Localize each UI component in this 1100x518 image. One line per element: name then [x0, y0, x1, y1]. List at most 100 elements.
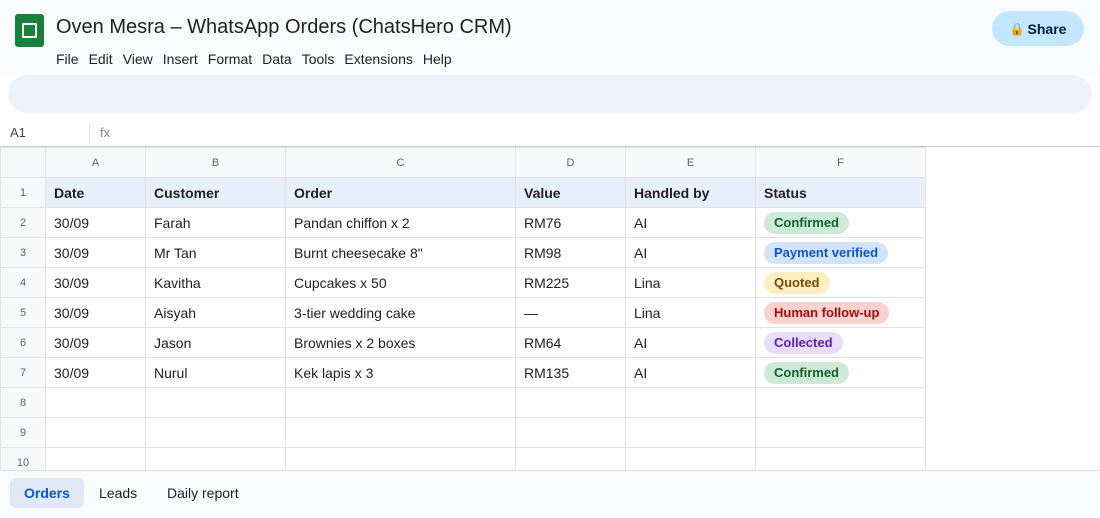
row-header[interactable]: 3 [0, 237, 46, 268]
menu-tools[interactable]: Tools [302, 51, 335, 67]
table-row: 7 30/09 Nurul Kek lapis x 3 RM135 AI Con… [0, 357, 926, 388]
value-cell[interactable]: RM98 [515, 237, 626, 268]
date-cell[interactable]: 30/09 [45, 207, 146, 238]
column-header-a[interactable]: A [45, 147, 146, 178]
status-cell[interactable]: Confirmed [755, 357, 926, 388]
status-badge: Confirmed [764, 211, 849, 234]
row-header[interactable]: 4 [0, 267, 46, 298]
status-cell[interactable]: Payment verified [755, 237, 926, 268]
header-cell-customer[interactable]: Customer [145, 177, 286, 208]
handled-by-cell[interactable]: AI [625, 237, 756, 268]
sheet-tab-daily-report[interactable]: Daily report [153, 478, 253, 508]
order-cell[interactable]: Kek lapis x 3 [285, 357, 516, 388]
value-cell[interactable]: — [515, 297, 626, 328]
spreadsheet-icon[interactable] [15, 14, 44, 47]
column-header-b[interactable]: B [145, 147, 286, 178]
share-button[interactable]: 🔒 Share [992, 11, 1084, 46]
row-header[interactable]: 9 [0, 417, 46, 448]
table-header-row: 1 Date Customer Order Value Handled by S… [0, 177, 926, 208]
row-header[interactable]: 6 [0, 327, 46, 358]
customer-cell[interactable]: Aisyah [145, 297, 286, 328]
row-header[interactable]: 5 [0, 297, 46, 328]
column-header-d[interactable]: D [515, 147, 626, 178]
empty-cell[interactable] [45, 387, 146, 418]
status-cell[interactable]: Quoted [755, 267, 926, 298]
column-header-f[interactable]: F [755, 147, 926, 178]
date-cell[interactable]: 30/09 [45, 297, 146, 328]
handled-by-cell[interactable]: AI [625, 327, 756, 358]
value-cell[interactable]: RM135 [515, 357, 626, 388]
order-cell[interactable]: Brownies x 2 boxes [285, 327, 516, 358]
header-cell-date[interactable]: Date [45, 177, 146, 208]
order-cell[interactable]: Cupcakes x 50 [285, 267, 516, 298]
handled-by-cell[interactable]: Lina [625, 267, 756, 298]
customer-cell[interactable]: Farah [145, 207, 286, 238]
customer-cell[interactable]: Nurul [145, 357, 286, 388]
empty-cell[interactable] [625, 417, 756, 448]
handled-by-cell[interactable]: AI [625, 357, 756, 388]
date-cell[interactable]: 30/09 [45, 237, 146, 268]
status-badge: Confirmed [764, 361, 849, 384]
header-cell-handled-by[interactable]: Handled by [625, 177, 756, 208]
row-header[interactable]: 7 [0, 357, 46, 388]
empty-cell[interactable] [625, 387, 756, 418]
order-cell[interactable]: Burnt cheesecake 8" [285, 237, 516, 268]
empty-cell[interactable] [515, 417, 626, 448]
menu-file[interactable]: File [56, 51, 79, 67]
menu-data[interactable]: Data [262, 51, 292, 67]
status-badge: Collected [764, 331, 843, 354]
menu-edit[interactable]: Edit [89, 51, 113, 67]
empty-cell[interactable] [515, 387, 626, 418]
status-cell[interactable]: Collected [755, 327, 926, 358]
menu-format[interactable]: Format [208, 51, 252, 67]
header-cell-order[interactable]: Order [285, 177, 516, 208]
row-header[interactable]: 2 [0, 207, 46, 238]
customer-cell[interactable]: Mr Tan [145, 237, 286, 268]
column-header-c[interactable]: C [285, 147, 516, 178]
date-cell[interactable]: 30/09 [45, 267, 146, 298]
header-cell-value[interactable]: Value [515, 177, 626, 208]
menu-insert[interactable]: Insert [163, 51, 198, 67]
formula-bar: A1 fx [0, 119, 1100, 147]
menu-view[interactable]: View [123, 51, 153, 67]
customer-cell[interactable]: Jason [145, 327, 286, 358]
empty-cell[interactable] [285, 417, 516, 448]
empty-cell[interactable] [755, 417, 926, 448]
menu-bar: File Edit View Insert Format Data Tools … [56, 51, 462, 67]
formula-divider [89, 123, 90, 143]
status-badge: Payment verified [764, 241, 889, 264]
empty-cell[interactable] [45, 417, 146, 448]
date-cell[interactable]: 30/09 [45, 357, 146, 388]
document-title[interactable]: Oven Mesra – WhatsApp Orders (ChatsHero … [56, 16, 512, 39]
header-cell-status[interactable]: Status [755, 177, 926, 208]
value-cell[interactable]: RM64 [515, 327, 626, 358]
value-cell[interactable]: RM76 [515, 207, 626, 238]
order-cell[interactable]: 3-tier wedding cake [285, 297, 516, 328]
empty-cell[interactable] [755, 387, 926, 418]
status-cell[interactable]: Confirmed [755, 207, 926, 238]
handled-by-cell[interactable]: AI [625, 207, 756, 238]
share-label: Share [1027, 20, 1067, 37]
table-row: 5 30/09 Aisyah 3-tier wedding cake — Lin… [0, 297, 926, 328]
empty-cell[interactable] [145, 387, 286, 418]
menu-help[interactable]: Help [423, 51, 452, 67]
customer-cell[interactable]: Kavitha [145, 267, 286, 298]
sheet-tab-leads[interactable]: Leads [85, 478, 151, 508]
fx-icon: fx [100, 125, 111, 140]
row-header[interactable]: 1 [0, 177, 46, 208]
name-box[interactable]: A1 [10, 125, 26, 140]
order-cell[interactable]: Pandan chiffon x 2 [285, 207, 516, 238]
handled-by-cell[interactable]: Lina [625, 297, 756, 328]
status-cell[interactable]: Human follow-up [755, 297, 926, 328]
empty-cell[interactable] [145, 417, 286, 448]
select-all-corner[interactable] [0, 147, 46, 178]
table-row: 2 30/09 Farah Pandan chiffon x 2 RM76 AI… [0, 207, 926, 238]
empty-cell[interactable] [285, 387, 516, 418]
column-header-e[interactable]: E [625, 147, 756, 178]
date-cell[interactable]: 30/09 [45, 327, 146, 358]
menu-extensions[interactable]: Extensions [344, 51, 412, 67]
app-header: Oven Mesra – WhatsApp Orders (ChatsHero … [0, 0, 1100, 75]
value-cell[interactable]: RM225 [515, 267, 626, 298]
sheet-tab-orders[interactable]: Orders [10, 478, 84, 508]
row-header[interactable]: 8 [0, 387, 46, 418]
